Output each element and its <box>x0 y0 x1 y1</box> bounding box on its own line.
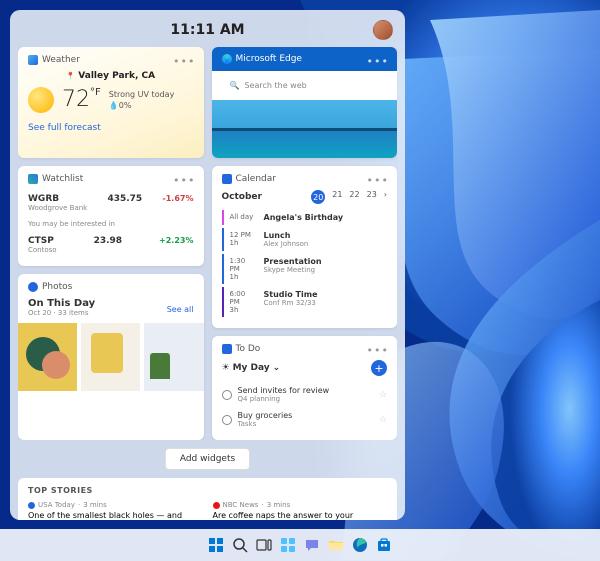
more-icon[interactable]: ••• <box>367 174 389 187</box>
task-view-button[interactable] <box>254 535 274 555</box>
calendar-month: October <box>222 192 262 202</box>
watchlist-row[interactable]: CTSPContoso23.98+2.23% <box>28 232 194 258</box>
photo-thumbnails[interactable] <box>18 323 204 391</box>
calendar-event[interactable]: All dayAngela's Birthday <box>222 210 388 225</box>
edge-icon <box>222 54 232 64</box>
news-item[interactable]: USA Today · 3 minsOne of the smallest bl… <box>28 501 203 520</box>
calendar-event[interactable]: 6:00 PM3hStudio TimeConf Rm 32/33 <box>222 287 388 317</box>
edge-title: Microsoft Edge <box>236 54 302 64</box>
calendar-title: Calendar <box>236 174 276 184</box>
edge-widget[interactable]: Microsoft Edge••• 🔍Search the web 📍 Ikem… <box>212 47 398 158</box>
weather-title: Weather <box>42 55 80 65</box>
calendar-icon <box>222 174 232 184</box>
source-dot-icon <box>213 502 220 509</box>
start-button[interactable] <box>206 535 226 555</box>
weather-cond: Strong UV today <box>109 89 175 100</box>
sun-icon: ☀ <box>222 363 230 373</box>
weather-widget[interactable]: Weather ••• 📍 Valley Park, CA 72°F Stron… <box>18 47 204 158</box>
news-headline: Are coffee naps the answer to your <box>213 511 388 520</box>
weather-icon <box>28 55 38 65</box>
chart-icon <box>28 174 38 184</box>
todo-title: To Do <box>236 344 261 354</box>
see-all-link[interactable]: See all <box>167 305 194 314</box>
photos-widget[interactable]: Photos On This Day Oct 20 · 33 items See… <box>18 274 204 440</box>
chat-button[interactable] <box>302 535 322 555</box>
search-icon: 🔍 <box>230 81 240 90</box>
star-icon[interactable]: ☆ <box>379 390 387 400</box>
watchlist-widget[interactable]: Watchlist ••• WGRBWoodgrove Bank435.75-1… <box>18 166 204 266</box>
calendar-event[interactable]: 1:30 PM1hPresentationSkype Meeting <box>222 254 388 284</box>
add-widgets-button[interactable]: Add widgets <box>165 448 250 470</box>
panel-clock: 11:11 AM <box>170 22 244 38</box>
calendar-event[interactable]: 12 PM1hLunchAlex Johnson <box>222 228 388 251</box>
widgets-button[interactable] <box>278 535 298 555</box>
user-avatar[interactable] <box>373 20 393 40</box>
sun-icon <box>28 87 54 113</box>
watchlist-row[interactable]: WGRBWoodgrove Bank435.75-1.67% <box>28 190 194 216</box>
calendar-widget[interactable]: Calendar ••• October 20212223› All dayAn… <box>212 166 398 328</box>
chevron-right-icon[interactable]: › <box>384 190 387 204</box>
edge-button[interactable] <box>350 535 370 555</box>
todo-item[interactable]: Send invites for reviewQ4 planning☆ <box>222 382 388 407</box>
calendar-days[interactable]: 20212223› <box>311 190 387 204</box>
store-button[interactable] <box>374 535 394 555</box>
source-dot-icon <box>28 502 35 509</box>
more-icon[interactable]: ••• <box>173 55 195 68</box>
news-section: TOP STORIES USA Today · 3 minsOne of the… <box>18 478 397 520</box>
search-button[interactable] <box>230 535 250 555</box>
more-icon[interactable]: ••• <box>367 55 389 68</box>
star-icon[interactable]: ☆ <box>379 415 387 425</box>
taskbar <box>0 529 600 561</box>
news-item[interactable]: NBC News · 3 minsAre coffee naps the ans… <box>213 501 388 520</box>
weather-location: Valley Park, CA <box>78 71 155 81</box>
photos-icon <box>28 282 38 292</box>
news-heading: TOP STORIES <box>28 486 387 495</box>
news-headline: One of the smallest black holes — and <box>28 511 203 520</box>
todo-item[interactable]: Buy groceriesTasks☆ <box>222 407 388 432</box>
widgets-panel: 11:11 AM Weather ••• 📍 Valley Park, CA 7… <box>10 10 405 520</box>
edge-image <box>212 100 398 158</box>
todo-icon <box>222 344 232 354</box>
watchlist-note: You may be interested in <box>28 220 194 228</box>
add-task-button[interactable]: + <box>371 360 387 376</box>
search-input[interactable]: 🔍Search the web <box>222 77 388 94</box>
more-icon[interactable]: ••• <box>173 174 195 187</box>
chevron-down-icon[interactable]: ⌄ <box>273 363 281 373</box>
watchlist-title: Watchlist <box>42 174 83 184</box>
photos-title: Photos <box>42 282 72 292</box>
more-icon[interactable]: ••• <box>367 344 389 357</box>
checkbox[interactable] <box>222 390 232 400</box>
checkbox[interactable] <box>222 415 232 425</box>
todo-widget[interactable]: To Do ••• ☀My Day⌄+ Send invites for rev… <box>212 336 398 440</box>
forecast-link[interactable]: See full forecast <box>28 123 194 133</box>
explorer-button[interactable] <box>326 535 346 555</box>
weather-temp: 72 <box>62 87 90 112</box>
